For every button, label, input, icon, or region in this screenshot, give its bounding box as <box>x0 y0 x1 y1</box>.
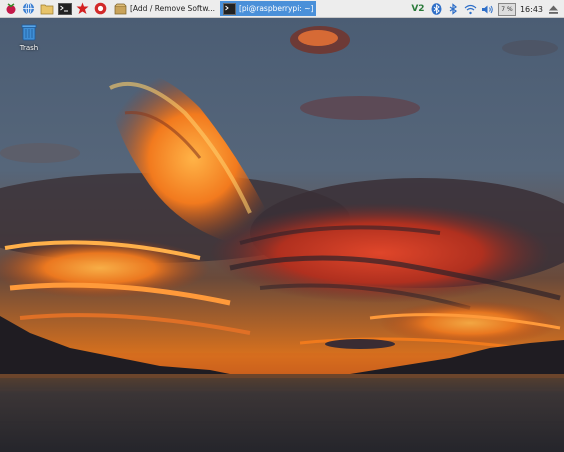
window-button-terminal[interactable]: [pi@raspberrypi: ~] <box>219 1 317 16</box>
math-kernel-icon[interactable] <box>75 2 90 16</box>
window-button-add-remove-software[interactable]: [Add / Remove Softw... <box>111 1 218 16</box>
window-button-label: [Add / Remove Softw... <box>130 4 215 13</box>
raspberry-menu-icon[interactable] <box>3 2 18 16</box>
desktop[interactable]: Trash <box>0 18 564 452</box>
bluetooth-icon[interactable] <box>430 3 443 16</box>
cpu-usage-monitor[interactable]: 7 % <box>497 2 516 16</box>
eject-icon[interactable] <box>547 3 560 16</box>
launcher-bar <box>3 2 111 16</box>
desktop-icon-trash[interactable]: Trash <box>12 23 46 52</box>
web-browser-icon[interactable] <box>21 2 36 16</box>
system-tray: V2 7 % 16:43 <box>406 0 560 18</box>
volume-icon[interactable] <box>481 3 494 16</box>
clock[interactable]: 16:43 <box>520 5 543 14</box>
desktop-icon-label: Trash <box>19 44 39 52</box>
terminal-icon <box>222 2 236 15</box>
bluetooth-icon[interactable] <box>447 3 460 16</box>
file-manager-icon[interactable] <box>39 2 54 16</box>
vnc-icon[interactable]: V2 <box>410 3 426 16</box>
terminal-icon[interactable] <box>57 2 72 16</box>
taskbar: [Add / Remove Softw... [pi@raspberrypi: … <box>0 0 564 18</box>
wifi-icon[interactable] <box>464 3 477 16</box>
cpu-usage-value: 7 % <box>501 5 513 13</box>
window-button-label: [pi@raspberrypi: ~] <box>238 4 314 13</box>
package-icon <box>114 3 127 14</box>
wolfram-icon[interactable] <box>93 2 108 16</box>
trash-icon <box>21 24 37 41</box>
vnc-label: V2 <box>411 4 425 14</box>
desktop-wallpaper <box>0 18 564 452</box>
